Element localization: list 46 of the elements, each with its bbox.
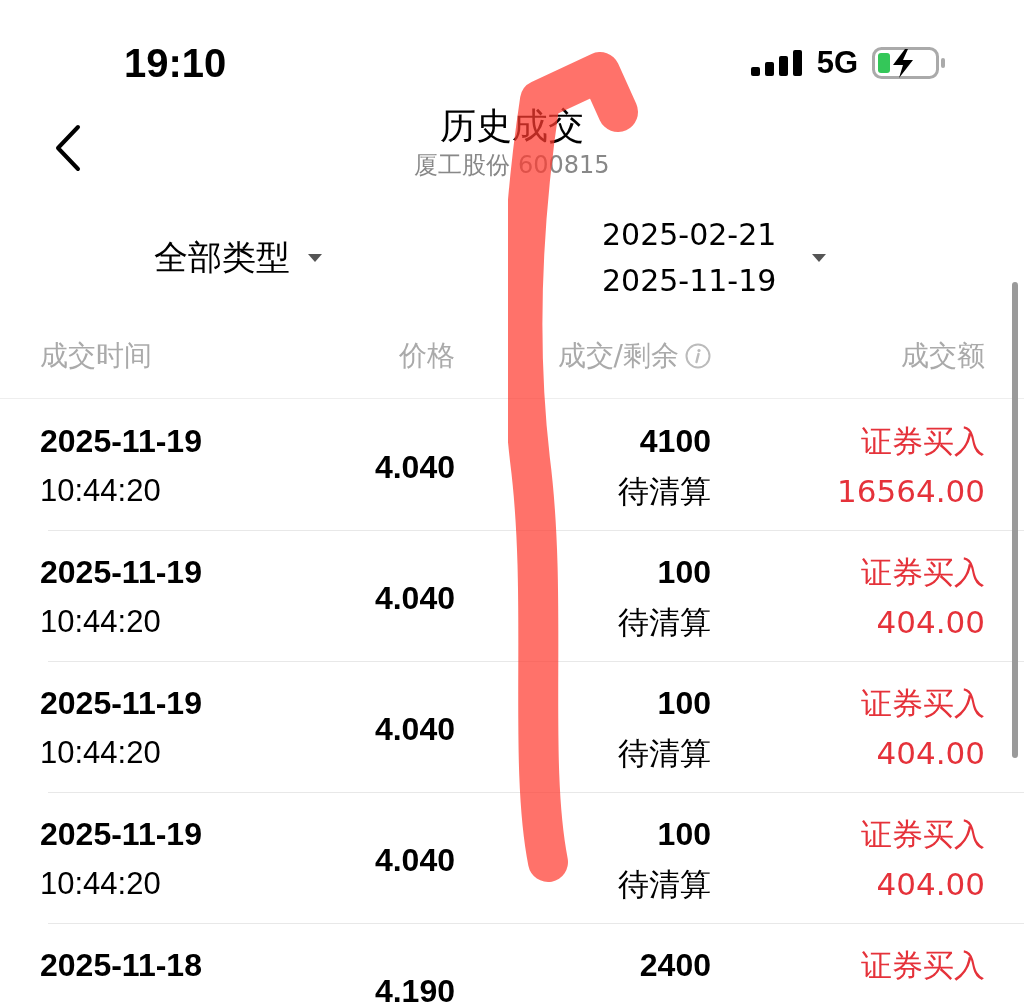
status-time: 19:10: [124, 40, 227, 86]
trade-quantity: 100: [657, 815, 711, 854]
date-range-dropdown[interactable]: 2025-02-21 2025-11-19: [602, 212, 827, 304]
trade-type: 证券买入: [861, 815, 985, 854]
type-filter-dropdown[interactable]: 全部类型: [154, 235, 322, 281]
network-label: 5G: [816, 45, 858, 81]
trade-type: 证券买入: [861, 684, 985, 723]
signal-icon: [750, 50, 803, 76]
trade-date: 2025-11-18: [40, 946, 203, 985]
trade-date: 2025-11-19: [40, 815, 203, 854]
trade-quantity: 100: [657, 684, 711, 723]
column-header: 成交/剩余: [557, 338, 679, 374]
settlement-status: 待清算: [618, 734, 711, 773]
trade-amount: 404.00: [876, 734, 985, 773]
column-header: 价格: [398, 338, 455, 374]
battery-charging-icon: [872, 47, 946, 79]
column-header: 成交额: [900, 338, 985, 374]
trade-time: 10:44:20: [40, 865, 162, 903]
back-icon: [54, 124, 82, 172]
settlement-status: 待清算: [618, 865, 711, 904]
trade-date: 2025-11-19: [40, 553, 203, 592]
trade-quantity: 100: [657, 553, 711, 592]
trade-time: 10:44:20: [40, 472, 162, 510]
trade-amount: 16564.00: [837, 472, 985, 511]
trade-price: 4.040: [373, 714, 455, 744]
dropdown-caret-icon: [812, 254, 827, 262]
info-icon: [685, 343, 711, 369]
trade-type: 证券买入: [861, 553, 985, 592]
trade-price: 4.190: [373, 976, 455, 1006]
settlement-status: 待清算: [618, 603, 711, 642]
trade-type: 证券买入: [861, 946, 985, 985]
trade-type: 证券买入: [861, 422, 985, 461]
trade-amount: 404.00: [876, 603, 985, 642]
trade-quantity: 4100: [639, 422, 711, 461]
trade-quantity: 2400: [639, 946, 711, 985]
trade-price: 4.040: [373, 583, 455, 613]
settlement-status: 待清算: [618, 472, 711, 511]
trade-time: 10:44:20: [40, 603, 162, 641]
trade-date: 2025-11-19: [40, 684, 203, 723]
trade-amount: 404.00: [876, 865, 985, 904]
trade-time: 10:44:20: [40, 734, 162, 772]
trade-price: 4.040: [373, 845, 455, 875]
trade-date: 2025-11-19: [40, 422, 203, 461]
dropdown-caret-icon: [308, 254, 322, 262]
trade-price: 4.040: [373, 452, 455, 482]
column-header: 成交时间: [40, 338, 153, 374]
